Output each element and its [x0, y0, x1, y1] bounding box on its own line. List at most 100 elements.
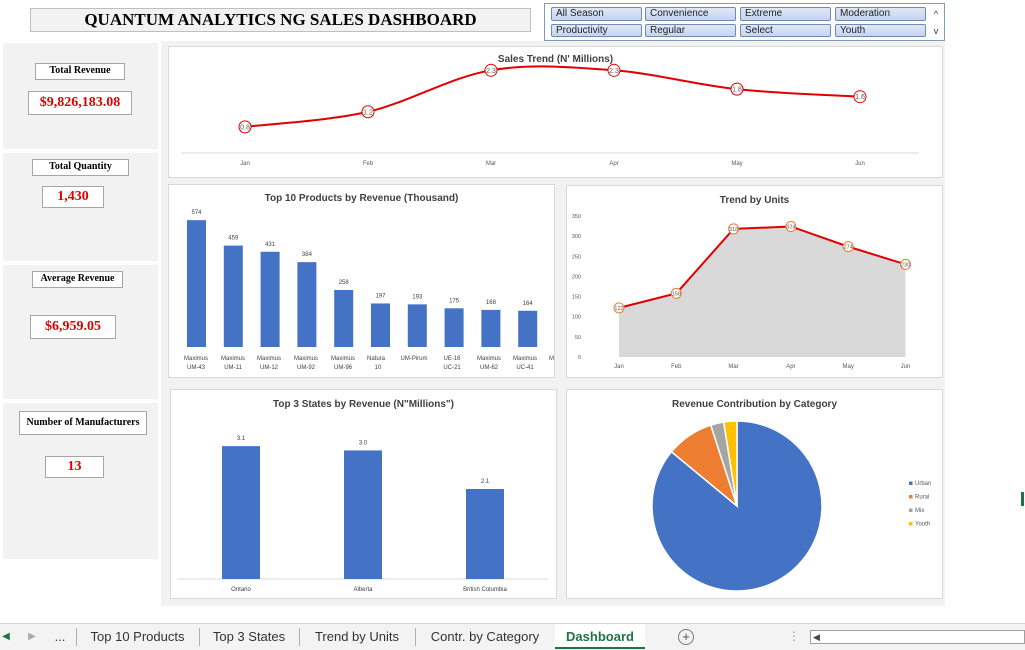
- sheet-edge-marker: [1021, 492, 1024, 506]
- data-label: 3.1: [237, 436, 246, 442]
- category-slicer[interactable]: All Season Convenience Extreme Moderatio…: [544, 3, 945, 41]
- kpi-label: Total Revenue: [35, 63, 125, 80]
- revenue-contribution-chart[interactable]: Revenue Contribution by Category Urban Ru…: [566, 389, 943, 599]
- slicer-item-extreme[interactable]: Extreme: [740, 7, 831, 21]
- product-bar: [297, 262, 317, 347]
- data-label: 1.6: [855, 94, 865, 101]
- tab-trend-by-units[interactable]: Trend by Units: [301, 624, 413, 649]
- tab-dashboard[interactable]: Dashboard: [555, 624, 645, 649]
- x-tick-label: Maximus: [477, 356, 501, 362]
- tab-contr-by-category[interactable]: Contr. by Category: [417, 624, 553, 649]
- y-tick-label: 300: [572, 234, 581, 240]
- kpi-label: Total Quantity: [32, 159, 129, 176]
- x-tick-label: Mar: [728, 364, 738, 370]
- x-tick-label: UC-21: [443, 365, 461, 371]
- x-tick-label: Mar: [486, 161, 496, 167]
- y-tick-label: 150: [572, 295, 581, 301]
- add-sheet-button[interactable]: +: [676, 624, 696, 649]
- slicer-item-moderation[interactable]: Moderation: [835, 7, 926, 21]
- data-label: 574: [191, 210, 202, 216]
- sales-trend-plot: 0.8 Jan 1.2 Feb 2.3 Mar 2.3 Apr 1.8 May 1.6 Jun: [181, 63, 919, 167]
- x-tick-label: UM-43: [187, 365, 206, 371]
- kpi-value: $6,959.05: [30, 315, 116, 339]
- scroll-left-icon[interactable]: ◀: [813, 631, 820, 643]
- y-tick-label: 200: [572, 274, 581, 280]
- trend-by-units-chart[interactable]: Trend by Units 0 50 100 150 200 250 300 350 122 J…: [566, 185, 943, 378]
- x-tick-label: Jun: [855, 161, 865, 167]
- legend-label: Mix: [915, 508, 924, 514]
- y-tick-label: 350: [572, 214, 581, 220]
- kpi-label: Average Revenue: [32, 271, 123, 288]
- product-bar: [407, 304, 427, 347]
- top-10-products-plot: 574 459 431 384 258 197 193 175 168 164 Maximus Max…: [184, 210, 554, 371]
- legend-label: Urban: [915, 481, 931, 487]
- more-sheets-button[interactable]: ...: [50, 624, 70, 649]
- data-label: 197: [375, 293, 386, 299]
- product-bar: [334, 289, 354, 347]
- x-tick-label: May: [731, 161, 742, 167]
- slicer-item-productivity[interactable]: Productivity: [551, 24, 642, 37]
- data-label: 459: [228, 236, 239, 242]
- slicer-item-youth[interactable]: Youth: [835, 24, 926, 37]
- scroll-tabs-left-icon[interactable]: ◀: [0, 624, 12, 649]
- kpi-panel-total-quantity: Total Quantity 1,430: [3, 153, 158, 261]
- kpi-label: Number of Manufacturers: [19, 411, 147, 435]
- kpi-panel-number-of-manufacturers: Number of Manufacturers 13: [3, 403, 158, 559]
- x-tick-label: Ontario: [231, 587, 251, 593]
- data-label: 2.3: [486, 68, 496, 75]
- data-label: 230: [901, 262, 910, 268]
- dashboard-title: QUANTUM ANALYTICS NG SALES DASHBOARD: [30, 8, 531, 32]
- tab-splitter-icon[interactable]: ⋮: [788, 624, 800, 649]
- product-bar: [481, 309, 501, 347]
- x-tick-label: Alberta: [353, 587, 373, 593]
- x-tick-label: Feb: [671, 364, 682, 370]
- data-label: 324: [786, 224, 795, 230]
- sales-trend-chart[interactable]: Sales Trend (N' Millions) 0.8 Jan 1.2 Feb 2.…: [168, 46, 943, 178]
- state-bar: [466, 489, 504, 579]
- kpi-panel-total-revenue: Total Revenue $9,826,183.08: [3, 43, 158, 149]
- x-tick-label: Maximus: [294, 356, 318, 362]
- data-label: 431: [265, 242, 276, 248]
- slicer-item-select[interactable]: Select: [740, 24, 831, 37]
- top-3-states-plot: 3.1 Ontario 3.0 Alberta 2.1 British Columbia: [177, 436, 548, 593]
- x-tick-label: Jun: [901, 364, 911, 370]
- slicer-item-all-season[interactable]: All Season: [551, 7, 642, 21]
- data-label: 318: [729, 227, 738, 233]
- data-label: 193: [412, 294, 423, 300]
- x-tick-label: Natura: [367, 356, 386, 362]
- y-tick-label: 100: [572, 315, 581, 321]
- top-3-states-chart[interactable]: Top 3 States by Revenue (N"Millions") 3.…: [170, 389, 557, 599]
- slicer-item-convenience[interactable]: Convenience: [645, 7, 736, 21]
- x-tick-label: UM-92: [297, 365, 316, 371]
- x-tick-label: UC-41: [516, 365, 534, 371]
- legend-swatch: [909, 481, 913, 485]
- kpi-panel-average-revenue: Average Revenue $6,959.05: [3, 265, 158, 399]
- product-bar: [260, 251, 280, 347]
- data-label: 168: [486, 300, 497, 306]
- slicer-item-regular[interactable]: Regular: [645, 24, 736, 37]
- tab-top-3-states[interactable]: Top 3 States: [201, 624, 297, 649]
- slicer-scroll-down-icon[interactable]: v: [930, 24, 942, 38]
- product-bar: [187, 220, 206, 347]
- trend-by-units-plot: 0 50 100 150 200 250 300 350 122 Jan 158 Feb 318 Mar 3…: [572, 214, 911, 370]
- legend-swatch: [909, 508, 913, 512]
- horizontal-scrollbar[interactable]: ◀: [810, 630, 1025, 644]
- data-label: 258: [339, 280, 350, 286]
- sales-series-line: [244, 65, 861, 128]
- legend-swatch: [909, 522, 913, 526]
- x-tick-label: UM-12: [260, 365, 279, 371]
- top-10-products-chart[interactable]: Top 10 Products by Revenue (Thousand) 57…: [168, 184, 555, 378]
- tab-top-10-products[interactable]: Top 10 Products: [78, 624, 197, 649]
- legend-label: Rural: [915, 495, 929, 501]
- legend-label: Youth: [915, 522, 930, 528]
- x-tick-label: British Columbia: [463, 587, 507, 593]
- slicer-scroll-up-icon[interactable]: ^: [930, 7, 942, 21]
- x-tick-label: Maximus: [221, 356, 245, 362]
- units-area: [619, 226, 906, 357]
- x-tick-label: Maximus: [184, 356, 208, 362]
- data-label: 175: [449, 298, 460, 304]
- scroll-tabs-right-icon[interactable]: ▶: [26, 624, 38, 649]
- x-tick-label: UM-96: [334, 365, 353, 371]
- x-tick-label: UE-16: [443, 356, 461, 362]
- x-tick-label: UM-62: [480, 365, 499, 371]
